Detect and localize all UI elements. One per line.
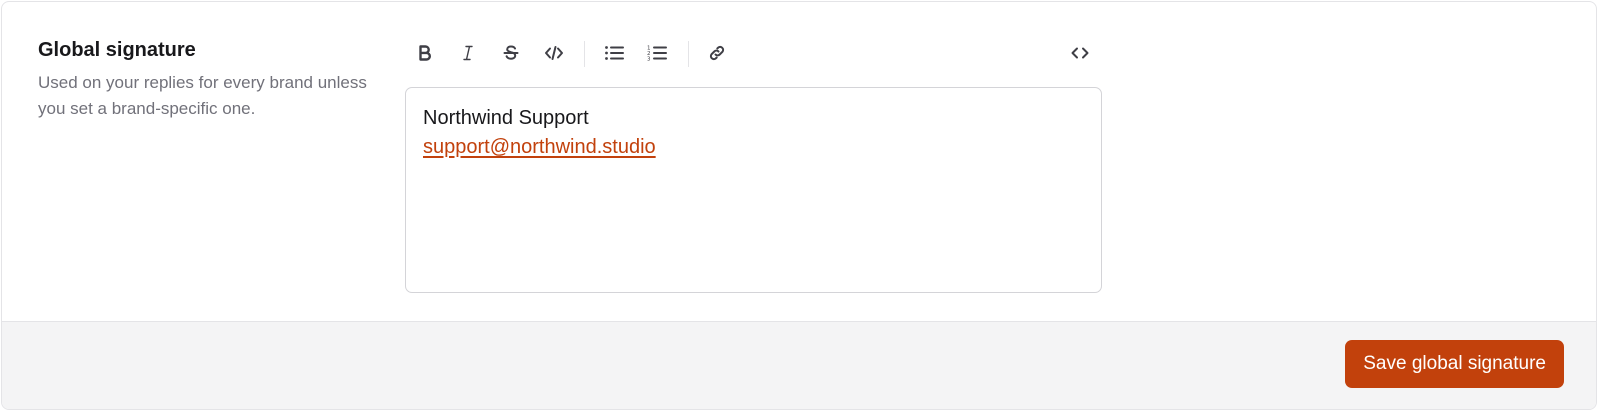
strikethrough-button[interactable]	[491, 32, 531, 74]
link-icon	[709, 45, 725, 61]
signature-email-link[interactable]: support@northwind.studio	[423, 136, 656, 158]
italic-icon	[463, 45, 473, 61]
strikethrough-icon	[503, 45, 519, 60]
signature-line: Northwind Support	[423, 107, 589, 129]
numbered-list-button[interactable]: 1 2 3	[637, 32, 677, 74]
bullet-list-icon	[605, 46, 624, 60]
bullet-list-button[interactable]	[594, 32, 634, 74]
italic-button[interactable]	[448, 32, 488, 74]
link-button[interactable]	[697, 32, 737, 74]
save-global-signature-button[interactable]: Save global signature	[1345, 340, 1564, 388]
html-source-icon	[1071, 47, 1089, 59]
signature-card: Global signature Used on your replies fo…	[1, 1, 1597, 410]
section-description: Used on your replies for every brand unl…	[38, 73, 367, 118]
section-info: Global signature Used on your replies fo…	[38, 38, 368, 122]
bold-button[interactable]	[405, 32, 445, 74]
svg-text:3: 3	[647, 57, 651, 63]
card-footer: Save global signature	[2, 321, 1596, 409]
editor-toolbar: 1 2 3	[409, 32, 1105, 74]
toolbar-divider	[688, 41, 689, 67]
bold-icon	[419, 45, 431, 61]
signature-editor[interactable]: Northwind Support support@northwind.stud…	[405, 87, 1102, 293]
numbered-list-icon: 1 2 3	[647, 46, 667, 63]
inline-code-button[interactable]	[534, 32, 574, 74]
section-title: Global signature	[38, 39, 196, 61]
code-icon	[545, 46, 563, 60]
toolbar-divider	[584, 41, 585, 67]
html-source-button[interactable]	[1060, 32, 1100, 74]
